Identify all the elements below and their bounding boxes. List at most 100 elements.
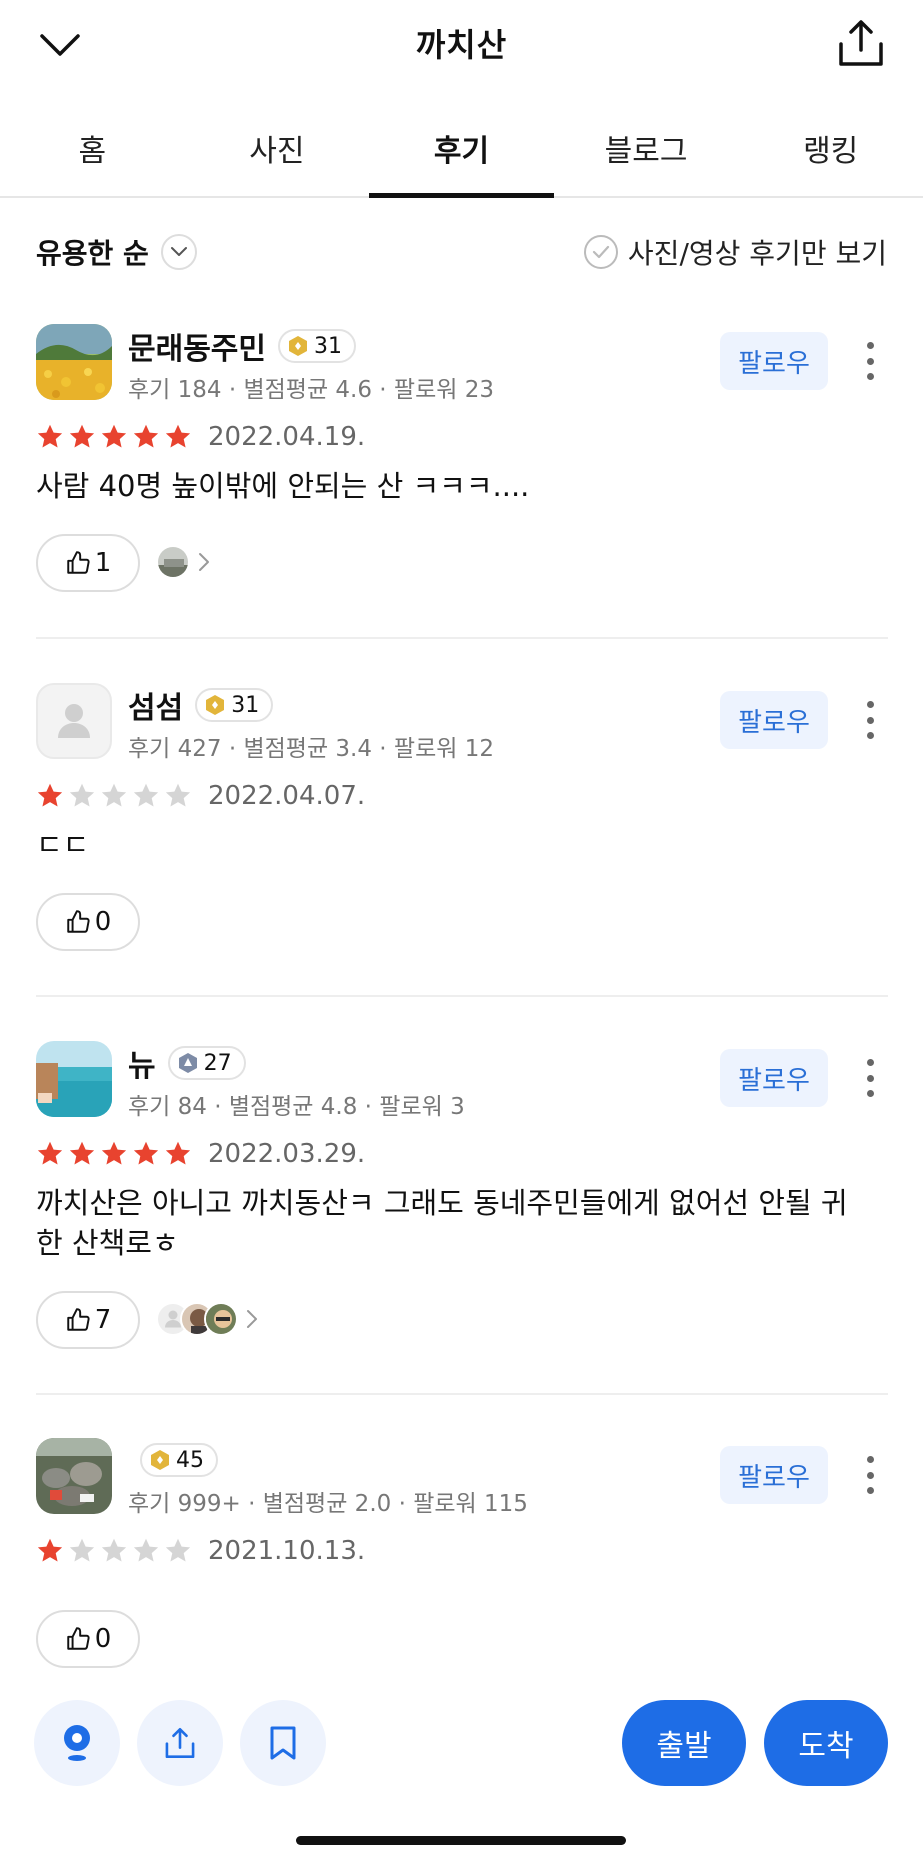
location-pin-icon (64, 1725, 90, 1761)
star-rating: 2022.03.29. (36, 1139, 365, 1169)
reviewer-info: 뉴 27 (128, 1041, 246, 1085)
follow-button[interactable]: 팔로우 (720, 691, 828, 749)
review-date: 2022.04.19. (208, 422, 366, 452)
avatar[interactable] (36, 683, 112, 759)
reviewer-name[interactable]: 섬섬 (128, 683, 183, 727)
star-icon (165, 424, 191, 448)
star-icon (69, 1141, 95, 1165)
level-number: 45 (176, 1447, 204, 1473)
share-button[interactable] (137, 1700, 223, 1786)
star-icon (37, 783, 63, 807)
star-icon (69, 424, 95, 448)
follow-button[interactable]: 팔로우 (720, 332, 828, 390)
tab-bar: 홈 사진 후기 블로그 랭킹 (0, 96, 923, 198)
likers-thumbnails[interactable] (156, 545, 210, 579)
avatar[interactable] (36, 1438, 112, 1514)
divider (36, 995, 888, 997)
share-icon (165, 1727, 195, 1759)
photo-only-toggle[interactable]: 사진/영상 후기만 보기 (583, 232, 887, 272)
thumbs-up-icon (66, 1308, 90, 1331)
like-button[interactable]: 0 (36, 1610, 140, 1668)
review-text[interactable]: ㄷㄷ (36, 825, 888, 865)
like-count: 0 (94, 1624, 112, 1654)
level-badge: 31 (278, 329, 356, 363)
liker-avatar (156, 545, 190, 579)
review-card: 45 후기 999+ · 별점평균 2.0 · 팔로워 115 팔로우 2021… (36, 1438, 888, 1678)
divider (36, 1393, 888, 1395)
share-icon[interactable] (835, 18, 887, 68)
level-number: 31 (314, 333, 342, 359)
review-date: 2021.10.13. (208, 1536, 366, 1566)
reviewer-stats: 후기 184 · 별점평균 4.6 · 팔로워 23 (128, 377, 494, 403)
like-count: 7 (94, 1305, 112, 1335)
level-number: 31 (231, 692, 260, 718)
review-card: 뉴 27 후기 84 · 별점평균 4.8 · 팔로워 3 팔로우 2022.0… (36, 1041, 888, 1361)
star-empty-icon (101, 783, 127, 807)
reviewer-name[interactable]: 뉴 (128, 1041, 156, 1085)
avatar[interactable] (36, 1041, 112, 1117)
reviewer-stats: 후기 999+ · 별점평균 2.0 · 팔로워 115 (128, 1491, 528, 1517)
star-empty-icon (133, 1538, 159, 1562)
tab-photos[interactable]: 사진 (185, 96, 370, 196)
reviewer-info: 45 (128, 1440, 218, 1480)
chevron-right-icon (247, 1310, 257, 1328)
photo-only-label: 사진/영상 후기만 보기 (627, 237, 887, 270)
gold-badge-icon (289, 336, 307, 356)
map-pin-button[interactable] (34, 1700, 120, 1786)
likers-thumbnails[interactable] (156, 1302, 258, 1336)
reviewer-name[interactable]: 문래동주민 (128, 324, 266, 368)
level-badge: 27 (167, 1046, 246, 1080)
follow-button[interactable]: 팔로우 (720, 1446, 828, 1504)
more-options-icon[interactable] (862, 1456, 878, 1494)
gold-badge-icon (206, 695, 225, 715)
follow-button[interactable]: 팔로우 (720, 1049, 828, 1107)
reviewer-stats: 후기 84 · 별점평균 4.8 · 팔로워 3 (128, 1094, 465, 1120)
review-text[interactable]: 사람 40명 높이밖에 안되는 산 ㅋㅋㅋ.... (36, 466, 888, 506)
like-count: 0 (94, 907, 112, 937)
review-date: 2022.04.07. (208, 781, 366, 811)
star-icon (165, 1141, 191, 1165)
star-rating: 2021.10.13. (36, 1536, 365, 1566)
like-button[interactable]: 1 (36, 534, 140, 592)
thumbs-up-icon (66, 910, 90, 933)
star-empty-icon (165, 783, 191, 807)
star-empty-icon (101, 1538, 127, 1562)
gold-badge-icon (151, 1450, 169, 1470)
star-icon (133, 424, 159, 448)
sort-dropdown[interactable]: 유용한 순 (36, 232, 197, 272)
more-options-icon[interactable] (862, 701, 878, 739)
reviewer-info: 문래동주민 31 (128, 324, 356, 368)
more-options-icon[interactable] (862, 342, 878, 380)
like-button[interactable]: 7 (36, 1291, 140, 1349)
review-card: 섬섬 31 후기 427 · 별점평균 3.4 · 팔로워 12 팔로우 202… (36, 683, 888, 953)
thumbs-up-icon (66, 551, 90, 574)
divider (36, 637, 888, 639)
chevron-down-icon (160, 234, 197, 270)
star-empty-icon (133, 783, 159, 807)
tab-reviews[interactable]: 후기 (369, 96, 554, 198)
person-icon (58, 704, 90, 738)
chevron-right-icon (199, 553, 209, 571)
star-empty-icon (69, 1538, 95, 1562)
reviewer-stats: 후기 427 · 별점평균 3.4 · 팔로워 12 (128, 736, 494, 762)
check-icon (583, 235, 618, 269)
tab-blog[interactable]: 블로그 (554, 96, 739, 196)
liker-avatar (204, 1302, 238, 1336)
avatar[interactable] (36, 324, 112, 400)
depart-button[interactable]: 출발 (622, 1700, 746, 1786)
tab-ranking[interactable]: 랭킹 (738, 96, 923, 196)
arrive-button[interactable]: 도착 (764, 1700, 888, 1786)
top-bar: 까치산 (0, 0, 923, 90)
star-empty-icon (69, 783, 95, 807)
thumbs-up-icon (66, 1627, 90, 1650)
level-badge: 31 (195, 688, 274, 722)
star-rating: 2022.04.07. (36, 781, 365, 811)
bookmark-button[interactable] (240, 1700, 326, 1786)
more-options-icon[interactable] (862, 1059, 878, 1097)
like-button[interactable]: 0 (36, 893, 140, 951)
star-icon (101, 424, 127, 448)
review-text[interactable]: 까치산은 아니고 까치동산ㅋ 그래도 동네주민들에게 없어선 안될 귀한 산책로… (36, 1183, 856, 1263)
star-rating: 2022.04.19. (36, 422, 365, 452)
tab-home[interactable]: 홈 (0, 96, 185, 196)
like-count: 1 (94, 548, 112, 578)
